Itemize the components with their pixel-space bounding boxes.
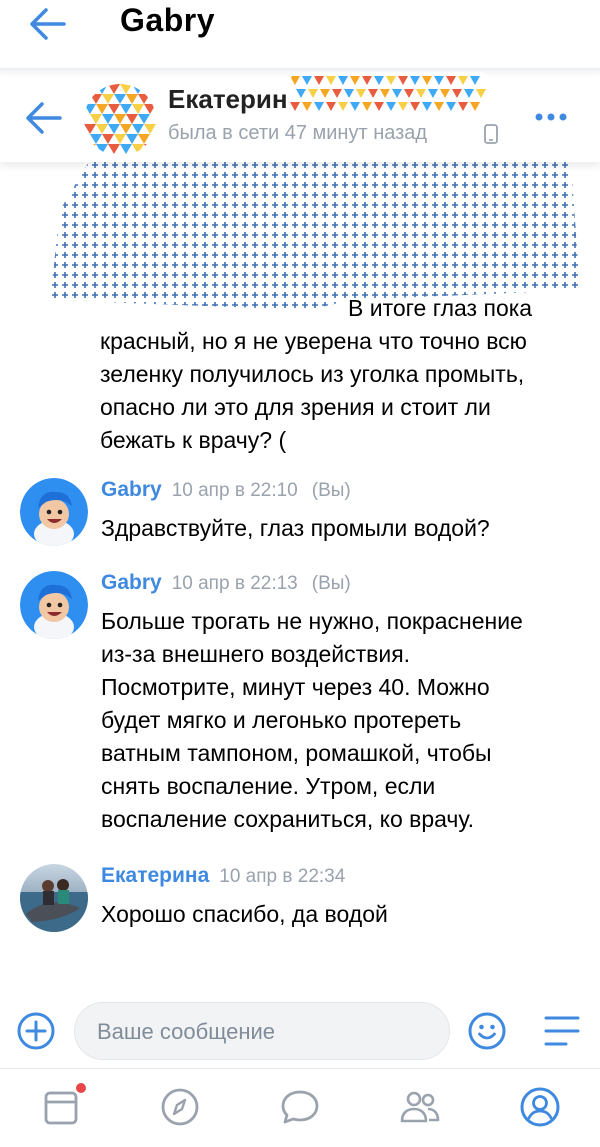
- message-line: красный, но я не уверена что точно всю: [100, 328, 527, 354]
- back-arrow-icon[interactable]: [28, 6, 68, 42]
- message-input-placeholder: Ваше сообщение: [97, 1019, 275, 1044]
- chat-header: Екатерин была в сети 47 минут назад: [0, 72, 600, 162]
- bottom-tab-bar: [0, 1068, 600, 1147]
- message-composer: Ваше сообщение: [0, 996, 600, 1066]
- tab-profile[interactable]: [518, 1085, 562, 1129]
- mobile-device-icon: [484, 124, 498, 144]
- contact-name[interactable]: Екатерин: [168, 84, 288, 115]
- message-line: ватным тампоном, ромашкой, чтобы: [101, 740, 492, 766]
- messages-icon: [281, 1090, 319, 1124]
- own-message-marker: (Вы): [311, 573, 351, 594]
- friends-icon: [400, 1091, 440, 1123]
- ekaterina-avatar[interactable]: [20, 864, 88, 932]
- app-title: Gabry: [120, 2, 215, 38]
- last-seen-status: была в сети 47 минут назад: [168, 122, 428, 144]
- profile-icon: [520, 1087, 560, 1127]
- tab-messages[interactable]: [278, 1085, 322, 1129]
- message-author[interactable]: Gabry: [101, 571, 162, 594]
- message-body: Здравствуйте, глаз промыли водой?: [101, 515, 490, 541]
- message-input[interactable]: Ваше сообщение: [74, 1002, 450, 1060]
- attach-plus-icon[interactable]: [16, 1011, 56, 1051]
- contact-avatar[interactable]: [84, 84, 156, 156]
- message-time: 10 апр в 22:13: [171, 573, 298, 594]
- gabry-avatar[interactable]: [20, 478, 88, 546]
- message-line: Посмотрите, минут через 40. Можно: [101, 674, 490, 700]
- message-line: бежать к врачу? (: [100, 427, 287, 453]
- message-header: Gabry 10 апр в 22:10 (Вы): [101, 478, 351, 502]
- message-line: Больше трогать не нужно, покраснение: [101, 608, 523, 634]
- app-bar: Gabry: [0, 0, 600, 70]
- message-line: воспаление сохраниться, ко врачу.: [101, 806, 474, 832]
- tab-discover[interactable]: [158, 1085, 202, 1129]
- message-line: снять воспаление. Утром, если: [101, 773, 436, 799]
- redacted-text-mask: [50, 150, 580, 310]
- back-arrow-icon[interactable]: [24, 100, 64, 136]
- notification-dot: [76, 1083, 86, 1093]
- message-time: 10 апр в 22:34: [219, 866, 346, 887]
- message-line: опасно ли это для зрения и стоит ли: [100, 394, 491, 420]
- message-line: зеленку получилось из уголка промыть,: [100, 361, 525, 387]
- tab-news[interactable]: [40, 1083, 86, 1129]
- message-header: Gabry 10 апр в 22:13 (Вы): [101, 571, 351, 595]
- message-line: будет мягко и легонько протереть: [101, 707, 462, 733]
- own-message-marker: (Вы): [311, 480, 351, 501]
- name-redaction: [290, 72, 490, 118]
- message-time: 10 апр в 22:10: [171, 480, 298, 501]
- gabry-avatar[interactable]: [20, 571, 88, 639]
- message-header: Екатерина 10 апр в 22:34: [101, 864, 345, 888]
- message-author[interactable]: Екатерина: [101, 864, 209, 887]
- message-author[interactable]: Gabry: [101, 478, 162, 501]
- compass-icon: [161, 1088, 199, 1126]
- keyboard-menu-icon[interactable]: [544, 1014, 580, 1048]
- message-line: из-за внешнего воздействия.: [101, 641, 411, 667]
- message-body: Больше трогать не нужно, покраснение из-…: [101, 605, 581, 836]
- more-options-icon[interactable]: [534, 110, 568, 124]
- emoji-smile-icon[interactable]: [467, 1011, 507, 1051]
- message-body: Хорошо спасибо, да водой: [101, 901, 388, 927]
- tab-friends[interactable]: [398, 1085, 442, 1129]
